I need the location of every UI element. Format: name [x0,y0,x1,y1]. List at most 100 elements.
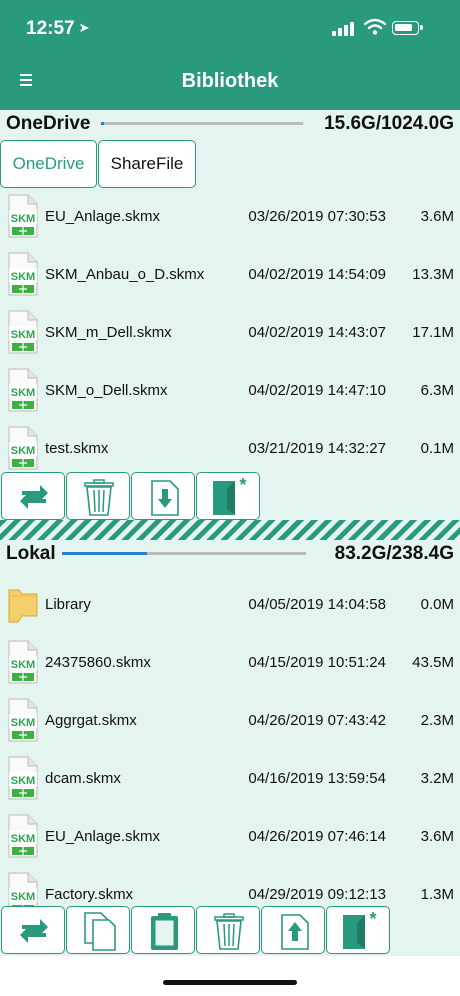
file-row[interactable]: SKM 24375860.skmx 04/15/2019 10:51:24 43.5… [0,634,460,692]
file-row[interactable]: Library 04/05/2019 14:04:58 0.0M [0,576,460,634]
local-pane: Lokal 83.2G/238.4G Library 04/05/2019 14:… [0,540,460,956]
skm-file-icon: SKM [8,698,38,742]
file-name: EU_Anlage.skmx [45,208,161,225]
copy-button[interactable] [66,906,130,954]
home-indicator[interactable] [163,980,297,985]
file-row[interactable]: SKM EU_Anlage.skmx 04/26/2019 07:46:14 3.6… [0,808,460,866]
cloud-tabs: OneDrive ShareFile [0,140,460,188]
skm-file-icon-label: SKM [11,387,35,399]
skm-file-icon-label: SKM [11,891,35,903]
file-row[interactable]: SKM Aggrgat.skmx 04/26/2019 07:43:42 2.3M [0,692,460,750]
file-row[interactable]: SKM SKM_m_Dell.skmx 04/02/2019 14:43:07 17… [0,304,460,362]
skm-file-icon-label: SKM [11,445,35,457]
cloud-storage-bar [101,122,303,125]
download-button[interactable] [131,472,195,520]
paste-button[interactable] [131,906,195,954]
sync-button[interactable] [1,472,65,520]
file-date: 03/21/2019 14:32:27 [248,440,386,457]
local-file-list: Library 04/05/2019 14:04:58 0.0M SKM 24375… [0,576,460,906]
file-row[interactable]: SKM EU_Anlage.skmx 03/26/2019 07:30:53 3.6… [0,188,460,246]
paste-icon [151,913,178,950]
local-storage-row: Lokal 83.2G/238.4G [0,540,460,568]
file-size: 43.5M [412,654,454,671]
skm-file-icon: SKM [8,872,38,906]
skm-file-icon: SKM [8,426,38,470]
file-name: Library [45,596,91,613]
file-date: 04/26/2019 07:46:14 [248,828,386,845]
file-size: 2.3M [420,712,454,729]
local-storage-name: Lokal [6,543,56,564]
cloud-storage-used [101,122,105,125]
page-title: Bibliothek [181,70,279,92]
file-date: 04/26/2019 07:43:42 [248,712,386,729]
skm-file-icon: SKM [8,640,38,684]
skm-file-icon-label: SKM [11,717,35,729]
skm-file-icon-label: SKM [11,213,35,225]
cloud-storage-row: OneDrive 15.6G/1024.0G [0,110,460,138]
trash-icon [214,913,244,950]
new-book-icon: * [213,475,247,515]
file-row[interactable]: SKM SKM_o_Dell.skmx 04/02/2019 14:47:10 6.… [0,362,460,420]
app-header: 12:57 ➤ Bibliothek [0,0,460,110]
file-name: EU_Anlage.skmx [45,828,161,845]
file-date: 04/02/2019 14:54:09 [248,266,386,283]
file-size: 0.1M [420,440,454,457]
file-row[interactable]: SKM test.skmx 03/21/2019 14:32:27 0.1M [0,420,460,472]
file-size: 3.2M [420,770,454,787]
battery-icon [392,21,423,35]
cloud-toolbar: * [0,472,460,520]
svg-text:*: * [369,909,376,929]
skm-file-icon: SKM [8,814,38,858]
local-storage-bar [62,552,306,555]
tab-sharefile[interactable]: ShareFile [98,140,196,188]
skm-file-icon: SKM [8,194,38,238]
file-size: 1.3M [420,886,454,903]
file-name: SKM_Anbau_o_D.skmx [45,266,205,283]
svg-text:*: * [239,475,246,495]
skm-file-icon-label: SKM [11,329,35,341]
file-name: SKM_o_Dell.skmx [45,382,168,399]
skm-file-icon: SKM [8,368,38,412]
file-row[interactable]: SKM SKM_Anbau_o_D.skmx 04/02/2019 14:54:0… [0,246,460,304]
trash-button[interactable] [66,472,130,520]
file-size: 13.3M [412,266,454,283]
file-date: 04/05/2019 14:04:58 [248,596,386,613]
download-icon [151,480,179,516]
location-arrow-icon: ➤ [78,20,90,35]
file-name: 24375860.skmx [45,654,151,671]
copy-icon [84,912,116,951]
cloud-file-list: SKM EU_Anlage.skmx 03/26/2019 07:30:53 3.6… [0,188,460,472]
file-name: Factory.skmx [45,886,134,903]
file-name: dcam.skmx [45,770,121,787]
skm-file-icon-label: SKM [11,659,35,671]
upload-icon [281,914,309,950]
skm-file-icon: SKM [8,310,38,354]
file-date: 04/29/2019 09:12:13 [248,886,386,903]
upload-button[interactable] [261,906,325,954]
local-toolbar: * [0,906,460,954]
status-time-text: 12:57 [26,18,75,39]
local-storage-used [62,552,148,555]
sync-button[interactable] [1,906,65,954]
cloud-pane: OneDrive 15.6G/1024.0G OneDrive ShareFil… [0,110,460,520]
sync-icon [20,485,48,509]
file-name: test.skmx [45,440,109,457]
new-book-button[interactable]: * [326,906,390,954]
file-name: Aggrgat.skmx [45,712,137,729]
new-book-button[interactable]: * [196,472,260,520]
tab-onedrive[interactable]: OneDrive [0,140,97,188]
wifi-icon [364,18,386,35]
cloud-storage-size: 15.6G/1024.0G [324,113,454,134]
file-row[interactable]: SKM dcam.skmx 04/16/2019 13:59:54 3.2M [0,750,460,808]
file-size: 3.6M [420,208,454,225]
status-time: 12:57 ➤ [26,18,90,40]
skm-file-icon-label: SKM [11,833,35,845]
file-date: 04/16/2019 13:59:54 [248,770,386,787]
pane-divider-handle[interactable] [0,520,460,540]
sync-icon [20,919,48,943]
file-row[interactable]: SKM Factory.skmx 04/29/2019 09:12:13 1.3M [0,866,460,906]
status-indicators [332,18,442,38]
cloud-storage-name: OneDrive [6,113,91,134]
trash-button[interactable] [196,906,260,954]
file-size: 0.0M [420,596,454,613]
